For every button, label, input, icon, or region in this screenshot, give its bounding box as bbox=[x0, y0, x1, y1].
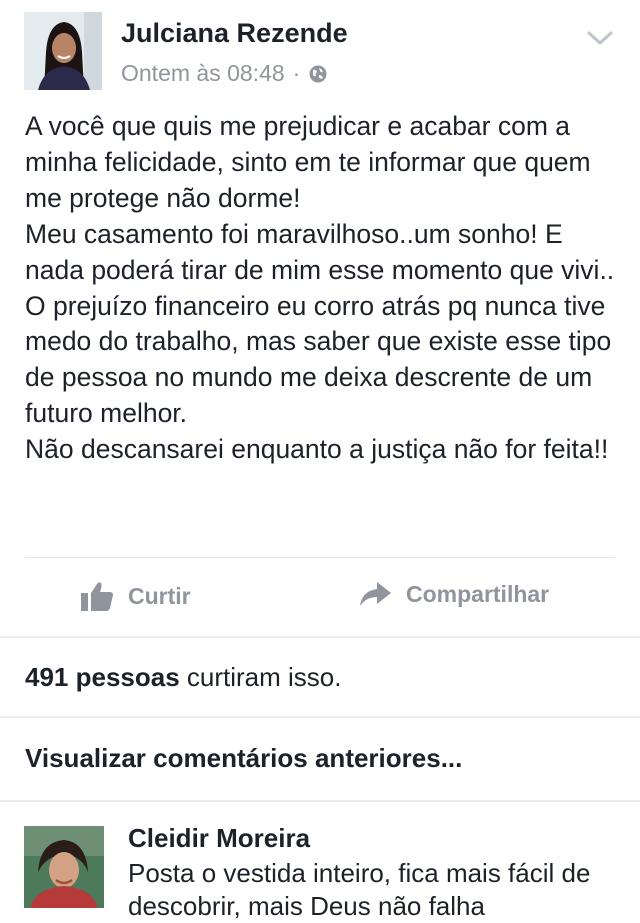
divider bbox=[25, 557, 615, 558]
author-avatar-image bbox=[24, 12, 102, 90]
share-button[interactable]: Compartilhar bbox=[358, 580, 549, 608]
like-label: Curtir bbox=[128, 582, 191, 609]
post-paragraph: A você que quis me prejudicar e acabar c… bbox=[25, 111, 591, 213]
share-label: Compartilhar bbox=[406, 580, 550, 607]
comment-author[interactable]: Cleidir Moreira bbox=[128, 823, 310, 854]
post-timestamp[interactable]: Ontem às 08:48 bbox=[121, 60, 285, 87]
post-paragraph: O prejuízo financeiro eu corro atrás pq … bbox=[25, 290, 612, 429]
post-paragraph: Meu casamento foi maravilhoso..um sonho!… bbox=[25, 218, 615, 285]
chevron-down-icon[interactable] bbox=[586, 28, 614, 48]
post-header: Julciana Rezende Ontem às 08:48 · bbox=[0, 0, 640, 100]
post-actions: Curtir Compartilhar bbox=[0, 560, 640, 636]
share-arrow-icon bbox=[360, 582, 391, 606]
section-divider bbox=[0, 716, 640, 718]
post-body: A você que quis me prejudicar e acabar c… bbox=[25, 109, 620, 468]
section-divider bbox=[0, 800, 640, 802]
likes-count[interactable]: 491 pessoas bbox=[25, 662, 180, 692]
commenter-avatar-image bbox=[24, 826, 104, 908]
like-button[interactable]: Curtir bbox=[80, 580, 191, 612]
section-divider bbox=[0, 636, 640, 638]
post-paragraph: Não descansarei enquanto a justiça não f… bbox=[25, 434, 609, 465]
author-avatar[interactable] bbox=[24, 12, 102, 90]
globe-icon bbox=[309, 65, 327, 82]
comment-text: Posta o vestida inteiro, fica mais fácil… bbox=[128, 858, 591, 921]
likes-summary[interactable]: 491 pessoas curtiram isso. bbox=[25, 662, 341, 693]
author-name[interactable]: Julciana Rezende bbox=[121, 18, 348, 49]
meta-separator: · bbox=[292, 60, 301, 86]
view-previous-comments-link[interactable]: Visualizar comentários anteriores... bbox=[25, 743, 462, 774]
commenter-avatar[interactable] bbox=[24, 826, 104, 908]
thumbs-up-icon bbox=[81, 582, 113, 611]
likes-suffix: curtiram isso. bbox=[186, 662, 342, 692]
post-meta: Ontem às 08:48 · bbox=[121, 60, 328, 87]
